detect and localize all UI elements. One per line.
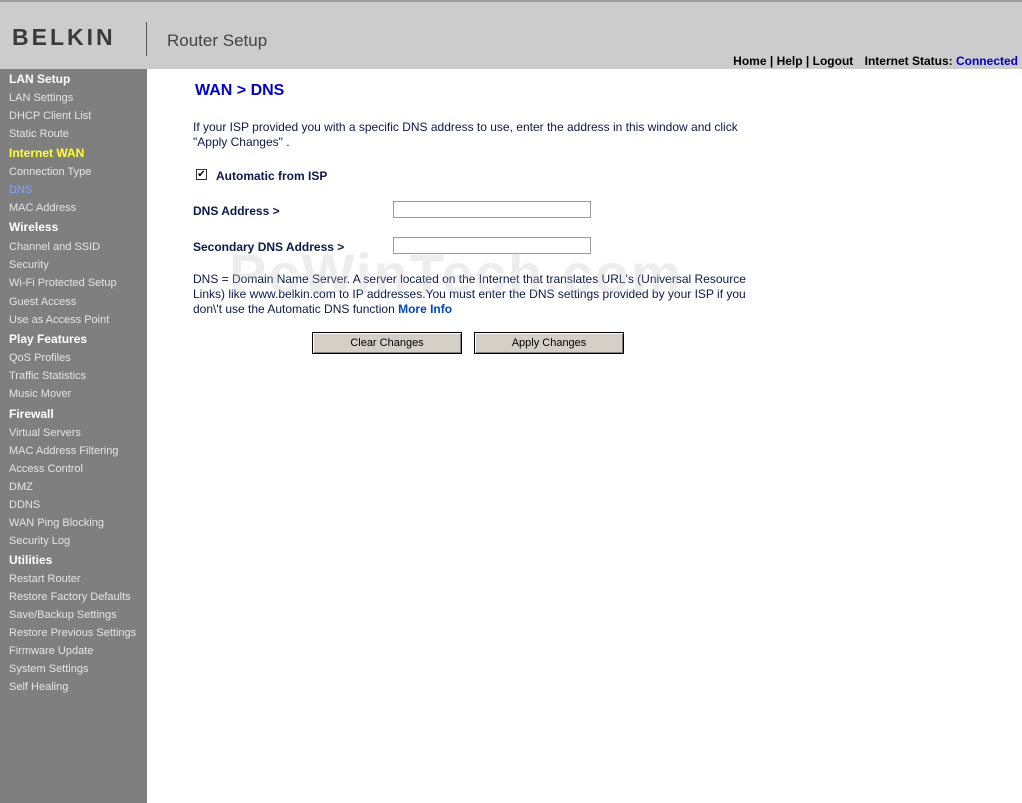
main-content: WAN > DNS If your ISP provided you with …: [147, 69, 1022, 803]
sidebar-item-self-healing[interactable]: Self Healing: [9, 681, 68, 693]
automatic-from-isp-label: Automatic from ISP: [216, 169, 328, 183]
sidebar-item-dns[interactable]: DNS: [9, 184, 32, 196]
more-info-link[interactable]: More Info: [398, 302, 452, 316]
nav-separator: |: [769, 54, 774, 68]
product-title: Router Setup: [167, 31, 268, 50]
header: BELKIN Router Setup Home | Help | Logout…: [0, 0, 1022, 69]
sidebar-item-connection-type[interactable]: Connection Type: [9, 166, 91, 178]
sidebar-item-qos-profiles[interactable]: QoS Profiles: [9, 352, 71, 364]
sidebar-item-lan-settings[interactable]: LAN Settings: [9, 92, 73, 104]
dns-description-text: DNS = Domain Name Server. A server locat…: [193, 272, 746, 316]
sidebar-item-mac-address-filtering[interactable]: MAC Address Filtering: [9, 445, 118, 457]
sidebar-item-firmware-update[interactable]: Firmware Update: [9, 645, 93, 657]
sidebar-item-mac-address[interactable]: MAC Address: [9, 202, 76, 214]
secondary-dns-address-label: Secondary DNS Address >: [193, 240, 345, 254]
page-title: WAN > DNS: [195, 82, 285, 99]
sidebar-item-restart-router[interactable]: Restart Router: [9, 573, 81, 585]
sidebar-item-ddns[interactable]: DDNS: [9, 499, 40, 511]
sidebar-item-dhcp-client-list[interactable]: DHCP Client List: [9, 110, 91, 122]
apply-changes-button[interactable]: Apply Changes: [474, 332, 624, 354]
help-link[interactable]: Help: [777, 54, 803, 68]
nav-separator: |: [805, 54, 810, 68]
sidebar-section-wireless[interactable]: Wireless: [9, 220, 58, 234]
redaction-blur: [395, 239, 575, 252]
sidebar-item-traffic-statistics[interactable]: Traffic Statistics: [9, 370, 86, 382]
sidebar-section-lan-setup[interactable]: LAN Setup: [9, 72, 70, 86]
sidebar-item-security-log[interactable]: Security Log: [9, 535, 70, 547]
sidebar-item-restore-factory-defaults[interactable]: Restore Factory Defaults: [9, 591, 131, 603]
dns-description: DNS = Domain Name Server. A server locat…: [193, 272, 753, 317]
intro-text: If your ISP provided you with a specific…: [193, 120, 738, 149]
sidebar-item-access-control[interactable]: Access Control: [9, 463, 83, 475]
sidebar-item-dmz[interactable]: DMZ: [9, 481, 33, 493]
sidebar-section-play-features[interactable]: Play Features: [9, 332, 87, 346]
sidebar-item-security[interactable]: Security: [9, 259, 49, 271]
internet-status-value: Connected: [955, 54, 1018, 68]
dns-address-label: DNS Address >: [193, 204, 280, 218]
sidebar-section-internet-wan[interactable]: Internet WAN: [9, 146, 84, 160]
sidebar-section-utilities[interactable]: Utilities: [9, 553, 52, 567]
redaction-blur: [395, 203, 575, 216]
sidebar-section-firewall[interactable]: Firewall: [9, 407, 54, 421]
sidebar-item-use-as-access-point[interactable]: Use as Access Point: [9, 314, 109, 326]
sidebar-item-save-backup-settings[interactable]: Save/Backup Settings: [9, 609, 117, 621]
sidebar-item-channel-and-ssid[interactable]: Channel and SSID: [9, 241, 100, 253]
top-nav: Home | Help | Logout Internet Status: Co…: [733, 54, 1018, 68]
internet-status-label: Internet Status:: [864, 54, 953, 68]
sidebar-item-wan-ping-blocking[interactable]: WAN Ping Blocking: [9, 517, 104, 529]
belkin-logo: BELKIN: [12, 24, 116, 50]
logo-divider: [146, 22, 147, 56]
sidebar-item-guest-access[interactable]: Guest Access: [9, 296, 76, 308]
sidebar-item-restore-previous-settings[interactable]: Restore Previous Settings: [9, 627, 136, 639]
sidebar: LAN Setup LAN Settings DHCP Client List …: [0, 69, 147, 803]
sidebar-item-system-settings[interactable]: System Settings: [9, 663, 88, 675]
sidebar-item-static-route[interactable]: Static Route: [9, 128, 69, 140]
home-link[interactable]: Home: [733, 54, 766, 68]
sidebar-item-wifi-protected-setup[interactable]: Wi-Fi Protected Setup: [9, 277, 117, 289]
sidebar-item-virtual-servers[interactable]: Virtual Servers: [9, 427, 81, 439]
logout-link[interactable]: Logout: [813, 54, 854, 68]
automatic-from-isp-checkbox[interactable]: ✔: [196, 169, 207, 180]
clear-changes-button[interactable]: Clear Changes: [312, 332, 462, 354]
sidebar-item-music-mover[interactable]: Music Mover: [9, 388, 71, 400]
